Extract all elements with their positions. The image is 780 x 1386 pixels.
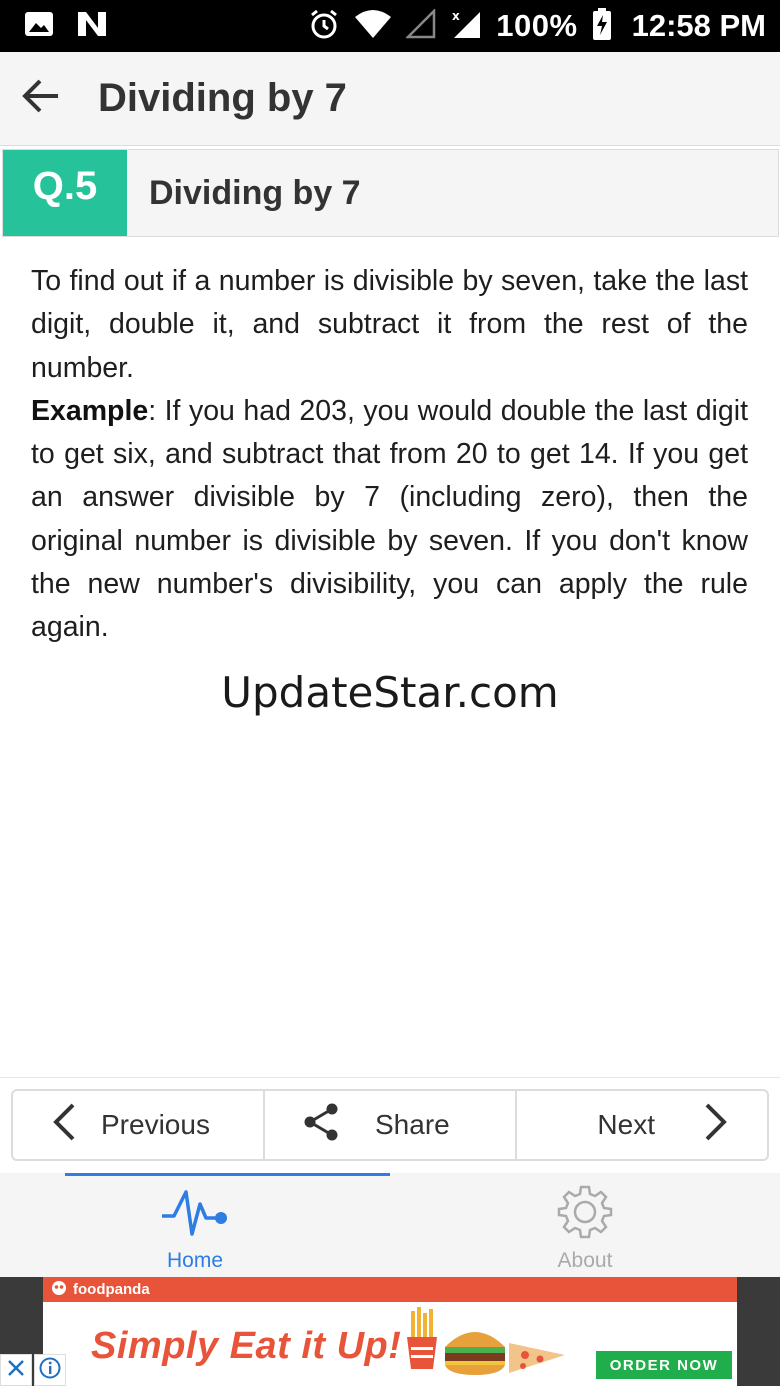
chevron-right-icon: [703, 1102, 729, 1149]
example-label: Example: [31, 394, 149, 427]
status-bar: x 100% 12:58 PM: [0, 0, 780, 52]
clock: 12:58 PM: [631, 8, 766, 43]
example-paragraph: Example: If you had 203, you would doubl…: [31, 390, 748, 650]
ad-close-button[interactable]: [0, 1354, 32, 1386]
question-number-badge: Q.5: [3, 150, 127, 236]
navigation-area: Previous Share Next: [0, 1077, 780, 1173]
ad-banner[interactable]: foodpanda Simply Eat it Up! ORDER NOW: [43, 1277, 737, 1386]
bottom-tab-bar: Home About: [0, 1173, 780, 1277]
tab-home-label: Home: [166, 1249, 224, 1272]
ad-slogan: Simply Eat it Up!: [91, 1325, 402, 1367]
heartbeat-icon: [160, 1181, 230, 1243]
tab-about[interactable]: About: [390, 1173, 780, 1277]
close-icon: [6, 1358, 26, 1383]
navigation-bar: Previous Share Next: [11, 1089, 769, 1161]
ad-brand: foodpanda: [73, 1281, 150, 1298]
signal-icon: x: [450, 8, 482, 45]
image-notification-icon: [24, 11, 54, 42]
ad-area: foodpanda Simply Eat it Up! ORDER NOW: [0, 1277, 780, 1386]
share-button[interactable]: Share: [263, 1091, 515, 1159]
watermark: UpdateStar.com: [221, 668, 559, 717]
question-title: Dividing by 7: [149, 173, 361, 212]
example-text: : If you had 203, you would double the l…: [31, 394, 748, 644]
previous-button[interactable]: Previous: [13, 1091, 263, 1159]
share-icon: [303, 1103, 339, 1148]
info-icon: [39, 1357, 61, 1384]
app-bar: Dividing by 7: [0, 52, 780, 146]
share-label: Share: [375, 1109, 450, 1140]
question-content: To find out if a number is divisible by …: [31, 260, 748, 650]
signal-empty-icon: [405, 7, 436, 44]
tab-home[interactable]: Home: [0, 1173, 390, 1277]
n-notification-icon: [76, 10, 108, 43]
alarm-icon: [308, 8, 340, 45]
arrow-left-icon: [21, 78, 61, 119]
panda-logo-icon: [51, 1280, 67, 1300]
page-title: Dividing by 7: [98, 76, 347, 120]
chevron-left-icon: [51, 1102, 77, 1149]
question-header: Q.5 Dividing by 7: [2, 149, 779, 237]
wifi-icon: [354, 9, 392, 44]
rule-paragraph: To find out if a number is divisible by …: [31, 265, 748, 384]
next-button[interactable]: Next: [515, 1091, 767, 1159]
previous-label: Previous: [101, 1109, 210, 1140]
next-label: Next: [597, 1109, 655, 1140]
ad-info-button[interactable]: [34, 1354, 66, 1386]
ad-brand-strip: foodpanda: [43, 1277, 737, 1302]
battery-charging-icon: [592, 7, 612, 45]
battery-percent: 100%: [496, 8, 578, 43]
back-button[interactable]: [6, 64, 76, 134]
tab-about-label: About: [557, 1249, 613, 1272]
order-now-button[interactable]: ORDER NOW: [596, 1351, 732, 1379]
food-illustration-icon: [405, 1307, 575, 1382]
svg-text:x: x: [452, 9, 460, 23]
gear-icon: [557, 1181, 613, 1243]
active-tab-indicator: [65, 1173, 390, 1176]
